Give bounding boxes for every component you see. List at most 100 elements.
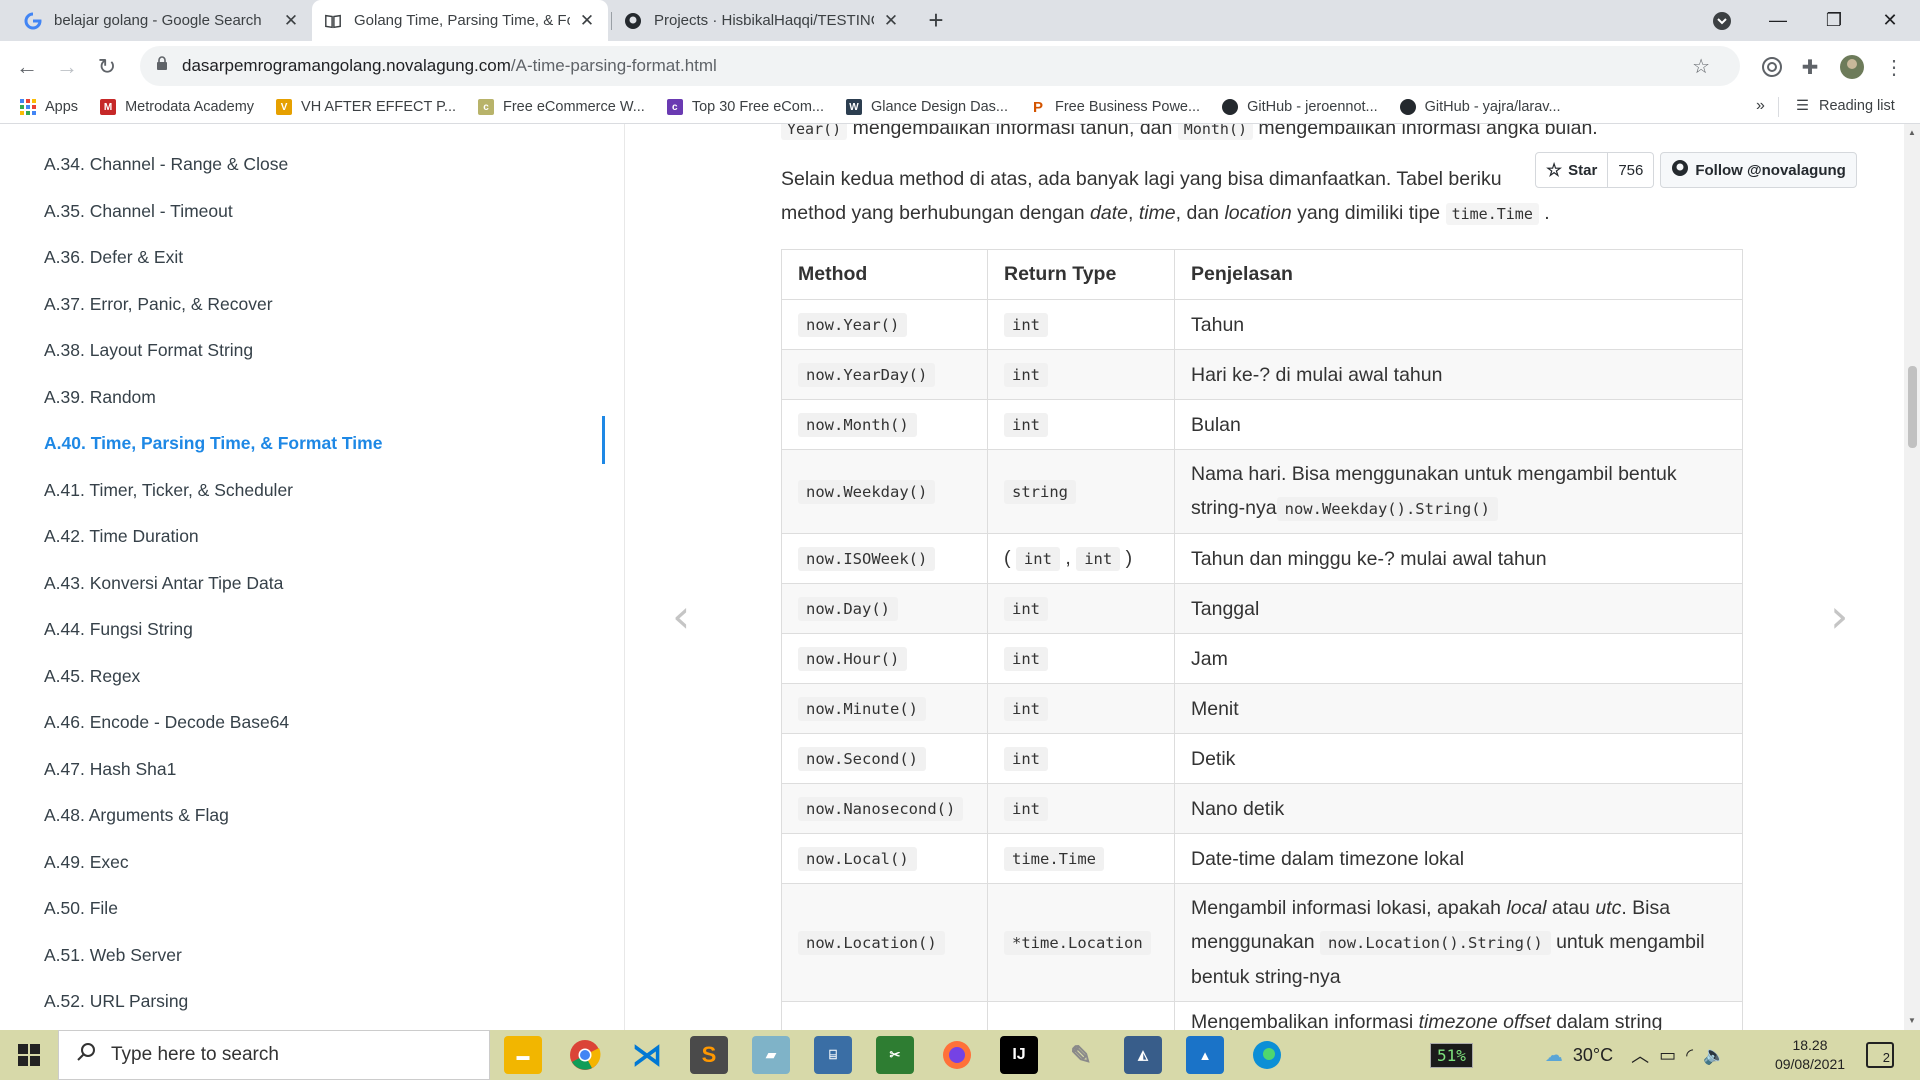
return-type-cell: int — [987, 399, 1175, 450]
follow-label: Follow @novalagung — [1695, 161, 1846, 179]
sidebar-item[interactable]: A.45. Regex — [44, 666, 140, 687]
bookmark-apps[interactable]: Apps — [20, 99, 78, 115]
close-window-button[interactable]: ✕ — [1862, 0, 1918, 41]
vscode-icon[interactable]: ⋊ — [628, 1036, 666, 1074]
return-type-cell: time.Time — [987, 833, 1175, 884]
clock[interactable]: 18.28 09/08/2021 — [1760, 1036, 1860, 1074]
tools-app-icon[interactable]: ✂ — [876, 1036, 914, 1074]
battery-icon[interactable]: ▭ — [1659, 1045, 1676, 1066]
chrome-icon[interactable] — [566, 1036, 604, 1074]
paint-icon[interactable]: ✎ — [1062, 1036, 1100, 1074]
back-button[interactable]: ← — [13, 53, 41, 81]
more-bookmarks-button[interactable]: » — [1756, 97, 1765, 115]
bookmark-star-icon[interactable]: ☆ — [1692, 54, 1710, 79]
sidebar-item[interactable]: A.41. Timer, Ticker, & Scheduler — [44, 480, 293, 501]
description-text: Mengembalikan informasi — [1191, 1010, 1419, 1031]
battery-meter[interactable]: 51% — [1430, 1042, 1473, 1068]
follow-button[interactable]: Follow @novalagung — [1660, 152, 1857, 188]
bookmark-vh-after-effect[interactable]: V VH AFTER EFFECT P... — [276, 99, 456, 115]
next-page-button[interactable]: › — [1830, 589, 1848, 643]
sidebar-item[interactable]: A.42. Time Duration — [44, 526, 199, 547]
reload-button[interactable]: ↻ — [93, 53, 121, 81]
tab-search-button[interactable] — [1694, 0, 1750, 41]
weather-temp[interactable]: 30°C — [1573, 1045, 1613, 1066]
sidebar-item[interactable]: A.36. Defer & Exit — [44, 247, 183, 268]
puzzle-icon[interactable]: ✚ — [1796, 53, 1824, 81]
sidebar-item[interactable]: A.35. Channel - Timeout — [44, 201, 233, 222]
method-cell: now.YearDay() — [781, 349, 988, 400]
menu-icon[interactable]: ⋮ — [1880, 53, 1908, 81]
tab-google-search[interactable]: belajar golang - Google Search ✕ — [12, 0, 312, 41]
bookmark-free-ecommerce[interactable]: c Free eCommerce W... — [478, 99, 645, 115]
description-text: atau — [1546, 897, 1596, 919]
extension-icon[interactable] — [1758, 53, 1786, 81]
paragraph-line-2: method yang berhubungan dengan date, tim… — [781, 196, 1550, 231]
address-bar[interactable]: dasarpemrogramangolang.novalagung.com/A-… — [140, 46, 1740, 86]
metrodata-icon: M — [100, 99, 117, 115]
firefox-icon[interactable] — [938, 1036, 976, 1074]
sidebar-item[interactable]: A.44. Fungsi String — [44, 619, 193, 640]
sidebar-item[interactable]: A.47. Hash Sha1 — [44, 759, 176, 780]
sidebar-item[interactable]: A.40. Time, Parsing Time, & Format Time — [44, 433, 382, 454]
notifications-button[interactable]: 2 — [1866, 1042, 1894, 1068]
edge-icon[interactable] — [1248, 1036, 1286, 1074]
sidebar-item[interactable]: A.34. Channel - Range & Close — [44, 154, 288, 175]
sidebar-item[interactable]: A.48. Arguments & Flag — [44, 805, 229, 826]
intellij-icon[interactable]: IJ — [1000, 1036, 1038, 1074]
sublime-icon[interactable]: S — [690, 1036, 728, 1074]
page-scrollbar[interactable]: ▲ ▼ — [1904, 124, 1920, 1030]
close-icon[interactable]: ✕ — [282, 11, 300, 30]
bookmark-github-jeroennot[interactable]: GitHub - jeroennot... — [1222, 99, 1378, 115]
photos-icon[interactable]: ▲ — [1186, 1036, 1224, 1074]
sidebar-item[interactable]: A.43. Konversi Antar Tipe Data — [44, 573, 283, 594]
reading-list-button[interactable]: ☰ Reading list — [1796, 98, 1895, 114]
tab-github-projects[interactable]: Projects · HisbikalHaqqi/TESTING ✕ — [612, 0, 912, 41]
bookmark-free-business[interactable]: P Free Business Powe... — [1030, 99, 1200, 116]
file-explorer-icon[interactable]: ▬ — [504, 1036, 542, 1074]
method-cell: now.Hour() — [781, 633, 988, 684]
description-text: Date-time dalam timezone lokal — [1191, 847, 1465, 870]
network-app-icon[interactable]: ⌸ — [814, 1036, 852, 1074]
scrollbar-thumb[interactable] — [1908, 366, 1917, 448]
sidebar-item[interactable]: A.37. Error, Panic, & Recover — [44, 294, 273, 315]
tab-golang-time[interactable]: Golang Time, Parsing Time, & For ✕ — [312, 0, 608, 41]
inline-code: time.Time — [1445, 203, 1539, 225]
mysql-workbench-icon[interactable]: ◭ — [1124, 1036, 1162, 1074]
previous-page-button[interactable]: ‹ — [672, 589, 690, 643]
notification-count: 2 — [1882, 1050, 1890, 1065]
volume-icon[interactable]: 🔈 — [1703, 1045, 1725, 1066]
wifi-icon[interactable]: ◜ — [1686, 1045, 1693, 1066]
new-tab-button[interactable]: + — [923, 7, 949, 34]
avatar[interactable] — [1838, 53, 1866, 81]
description-text: dalam string — [1550, 1010, 1663, 1031]
restore-button[interactable]: ❐ — [1806, 0, 1862, 41]
sidebar-item[interactable]: A.38. Layout Format String — [44, 340, 253, 361]
sidebar-item[interactable]: A.51. Web Server — [44, 945, 182, 966]
bookmark-glance-design[interactable]: W Glance Design Das... — [845, 99, 1008, 115]
start-button[interactable] — [0, 1030, 58, 1080]
star-count[interactable]: 756 — [1608, 152, 1655, 188]
bookmark-top30[interactable]: c Top 30 Free eCom... — [666, 99, 824, 115]
taskbar-search[interactable]: Type here to search — [58, 1030, 490, 1080]
sidebar-item[interactable]: A.50. File — [44, 898, 118, 919]
sidebar-item[interactable]: A.49. Exec — [44, 852, 129, 873]
paragraph-line-1: Selain kedua method di atas, ada banyak … — [781, 168, 1502, 190]
w3-icon: W — [845, 99, 862, 115]
scroll-up-icon[interactable]: ▲ — [1908, 128, 1916, 137]
sidebar-item[interactable]: A.39. Random — [44, 387, 156, 408]
close-icon[interactable]: ✕ — [578, 11, 596, 30]
minimize-button[interactable]: — — [1750, 0, 1806, 41]
description-text: Menit — [1191, 697, 1239, 720]
sidebar-item[interactable]: A.46. Encode - Decode Base64 — [44, 712, 289, 733]
bookmark-metrodata[interactable]: M Metrodata Academy — [100, 99, 254, 115]
description-cell: Nano detik — [1174, 783, 1743, 834]
notes-app-icon[interactable]: ▰ — [752, 1036, 790, 1074]
bookmark-github-yajra[interactable]: GitHub - yajra/larav... — [1399, 99, 1561, 115]
sidebar-item[interactable]: A.52. URL Parsing — [44, 991, 188, 1012]
chevron-up-icon[interactable]: ︿ — [1631, 1042, 1649, 1068]
star-button[interactable]: ☆ Star — [1535, 152, 1609, 188]
forward-button[interactable]: → — [53, 53, 81, 81]
description-text: Hari ke-? di mulai awal tahun — [1191, 363, 1443, 386]
scroll-down-icon[interactable]: ▼ — [1908, 1016, 1916, 1025]
close-icon[interactable]: ✕ — [882, 11, 900, 30]
